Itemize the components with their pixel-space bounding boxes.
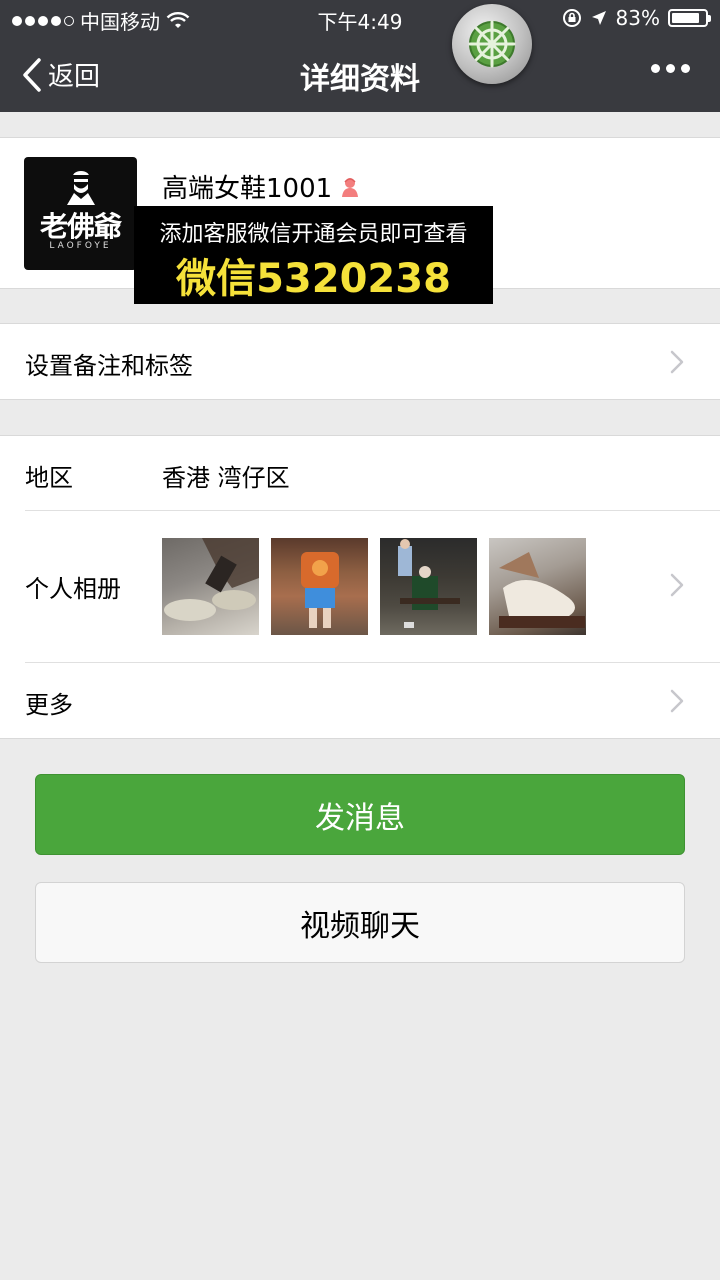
region-value: 香港 湾仔区: [162, 464, 290, 492]
more-row[interactable]: 更多: [0, 663, 720, 738]
gentleman-logo-icon: [67, 171, 95, 205]
avatar-logo-text: 老佛爺: [39, 210, 122, 243]
page-title: 详细资料: [300, 62, 420, 97]
status-indicators: 83%: [562, 6, 711, 30]
region-label: 地区: [25, 464, 73, 492]
set-remark-tags-row[interactable]: 设置备注和标签: [0, 324, 720, 399]
nav-bar: 返回 详细资料: [0, 36, 720, 112]
album-photo-sneakers[interactable]: [162, 538, 259, 635]
more-label: 更多: [25, 691, 73, 719]
send-message-button[interactable]: 发消息: [35, 774, 685, 855]
promo-wechat-id: 微信5320238: [176, 256, 451, 302]
album-row[interactable]: 个人相册: [0, 511, 720, 663]
rotation-lock-icon: [562, 9, 581, 27]
album-label: 个人相册: [25, 575, 121, 603]
album-thumbnails: [162, 538, 586, 635]
nickname-row: 高端女鞋1001: [162, 168, 362, 205]
status-bar: 中国移动 下午4:49 83%: [0, 0, 720, 36]
remark-group: 设置备注和标签: [0, 323, 720, 400]
battery-percent: 83%: [615, 6, 660, 30]
chevron-right-icon: [670, 350, 684, 374]
ship-wheel-icon: [468, 20, 516, 68]
avatar[interactable]: 老佛爺 LAOFOYE: [24, 157, 137, 270]
promo-banner: 添加客服微信开通会员即可查看 微信5320238: [134, 206, 493, 304]
info-group: 地区 香港 湾仔区 个人相册 更多: [0, 435, 720, 739]
chevron-right-icon: [670, 573, 684, 597]
battery-icon: [668, 9, 711, 27]
floating-helm-button[interactable]: [452, 4, 532, 84]
avatar-logo-subtext: LAOFOYE: [49, 241, 112, 251]
video-call-button[interactable]: 视频聊天: [35, 882, 685, 963]
location-arrow-icon: [591, 11, 606, 25]
promo-text: 添加客服微信开通会员即可查看: [159, 222, 468, 247]
chevron-right-icon: [670, 689, 684, 713]
remark-label: 设置备注和标签: [25, 352, 193, 380]
nickname: 高端女鞋1001: [162, 174, 333, 204]
album-photo-sneaker-closeup[interactable]: [489, 538, 586, 635]
album-photo-family-bench[interactable]: [380, 538, 477, 635]
female-gender-icon: [342, 177, 359, 197]
more-options-button[interactable]: [651, 64, 690, 73]
album-photo-tiger-sweater[interactable]: [271, 538, 368, 635]
region-row: 地区 香港 湾仔区: [0, 436, 720, 511]
